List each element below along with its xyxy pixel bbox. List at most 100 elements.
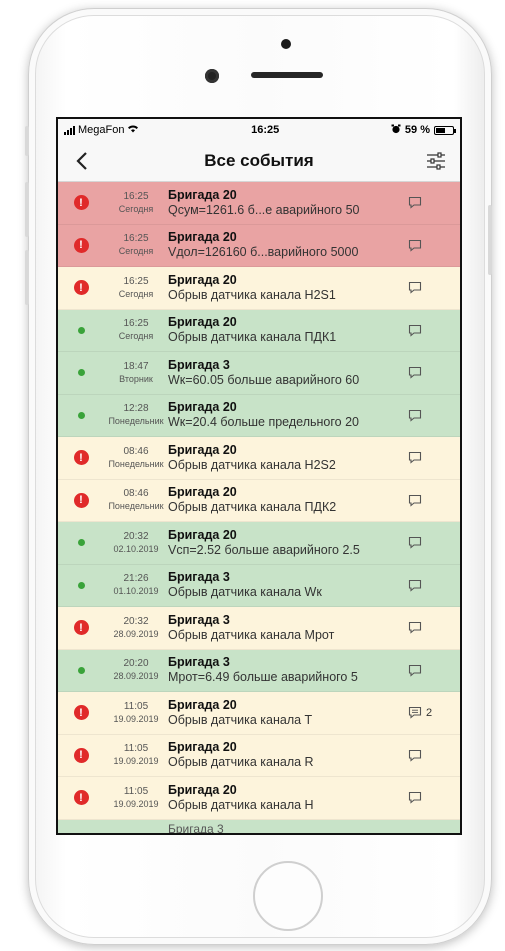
comments-button[interactable]: [404, 791, 460, 804]
comments-button[interactable]: [404, 494, 460, 507]
status-indicator: [58, 581, 104, 589]
event-time: 16:25: [123, 318, 149, 330]
comments-button[interactable]: [404, 749, 460, 762]
clock: 16:25: [251, 124, 280, 136]
event-text: Бригада 20 Wк=20.4 больше предельного 20: [168, 400, 404, 430]
events-list[interactable]: ! 16:25 Сегодня Бригада 20 Qсум=1261.6 б...е…: [58, 182, 460, 833]
status-indicator: !: [58, 705, 104, 721]
event-row[interactable]: 12:28 Понедельник Бригада 20 Wк=20.4 больше…: [58, 394, 460, 437]
comments-button[interactable]: [404, 664, 460, 677]
comments-button[interactable]: [404, 451, 460, 464]
comments-button[interactable]: [404, 281, 460, 294]
event-row-partial[interactable]: Бригада 3: [58, 819, 460, 833]
event-title: Бригада 3: [168, 822, 224, 833]
event-timestamp: 08:46 Понедельник: [104, 445, 168, 471]
signal-icon: [64, 125, 75, 135]
alert-icon: !: [73, 492, 89, 508]
event-message: Обрыв датчика канала T: [168, 712, 313, 727]
comment-icon: [408, 282, 422, 294]
event-title: Бригада 20: [168, 782, 237, 797]
comment-icon: [408, 239, 422, 252]
event-text: Бригада 20 Обрыв датчика канала R: [168, 740, 404, 770]
mute-switch: [25, 126, 29, 156]
event-timestamp: 20:32 02.10.2019: [104, 530, 168, 556]
event-date: Сегодня: [118, 288, 154, 299]
event-row[interactable]: ! 11:05 19.09.2019 Бригада 20 Обрыв датчика …: [58, 777, 460, 820]
event-message: Vсп=2.52 больше аварийного 2.5: [168, 542, 360, 557]
event-message: Wк=20.4 больше предельного 20: [168, 415, 359, 430]
event-row[interactable]: ! 16:25 Сегодня Бригада 20 Vдол=126160 б...в…: [58, 224, 460, 267]
event-row[interactable]: ! 08:46 Понедельник Бригада 20 Обрыв датчика…: [58, 437, 460, 480]
comment-icon: [408, 494, 422, 507]
event-date: 19.09.2019: [113, 756, 159, 767]
event-row[interactable]: ! 08:46 Понедельник Бригада 20 Обрыв датчика…: [58, 479, 460, 522]
event-message: Обрыв датчика канала H: [168, 797, 314, 812]
event-timestamp: 12:28 Понедельник: [104, 402, 168, 428]
alert-icon: !: [73, 450, 89, 466]
event-time: 11:05: [123, 700, 149, 712]
event-row[interactable]: 21:26 01.10.2019 Бригада 3 Обрыв датчика ка…: [58, 564, 460, 607]
event-text: Бригада 3 Обрыв датчика канала Mрот: [168, 613, 404, 643]
event-time: 16:25: [123, 233, 149, 245]
status-indicator: !: [58, 492, 104, 508]
back-button[interactable]: [68, 147, 96, 175]
alert-icon: !: [73, 747, 89, 763]
front-camera: [205, 69, 219, 83]
event-title: Бригада 3: [168, 612, 230, 627]
wifi-icon: [127, 124, 139, 136]
alert-icon: !: [73, 280, 89, 296]
comments-button[interactable]: [404, 621, 460, 634]
comment-icon: [408, 197, 422, 209]
event-text: Бригада 20 Vдол=126160 б...варийного 5000: [168, 230, 404, 260]
event-time: 18:47: [123, 360, 149, 372]
event-text: Бригада 20 Обрыв датчика канала H2S1: [168, 273, 404, 303]
event-row[interactable]: ! 11:05 19.09.2019 Бригада 20 Обрыв датчика …: [58, 692, 460, 735]
event-text: Бригада 20 Qсум=1261.6 б...е аварийного 5…: [168, 188, 404, 218]
comments-button[interactable]: [404, 324, 460, 337]
comments-button[interactable]: [404, 239, 460, 252]
alarm-clock-icon: [391, 124, 401, 137]
filter-button[interactable]: [422, 147, 450, 175]
event-timestamp: 11:05 19.09.2019: [104, 785, 168, 811]
comment-icon: [408, 367, 422, 379]
event-timestamp: 18:47 Вторник: [104, 360, 168, 386]
event-row[interactable]: ! 16:25 Сегодня Бригада 20 Qсум=1261.6 б...е…: [58, 182, 460, 225]
comment-icon: [408, 749, 422, 762]
status-indicator: [58, 411, 104, 419]
status-dot-icon: [77, 539, 85, 547]
status-dot-icon: [77, 326, 85, 334]
event-time: 11:05: [123, 785, 149, 797]
comments-button[interactable]: [404, 409, 460, 422]
event-row[interactable]: 16:25 Сегодня Бригада 20 Обрыв датчика кана…: [58, 309, 460, 352]
event-row[interactable]: 20:20 28.09.2019 Бригада 3 Mрот=6.49 больше…: [58, 649, 460, 692]
event-row[interactable]: ! 11:05 19.09.2019 Бригада 20 Обрыв датчика …: [58, 734, 460, 777]
comments-button[interactable]: [404, 536, 460, 549]
comments-button[interactable]: [404, 579, 460, 592]
event-row[interactable]: 20:32 02.10.2019 Бригада 20 Vсп=2.52 больше…: [58, 522, 460, 565]
event-date: 01.10.2019: [113, 586, 159, 597]
status-indicator: !: [58, 620, 104, 636]
status-indicator: !: [58, 195, 104, 211]
event-title: Бригада 20: [168, 400, 237, 415]
event-row[interactable]: ! 20:32 28.09.2019 Бригада 3 Обрыв датчика к…: [58, 607, 460, 650]
event-row[interactable]: ! 16:25 Сегодня Бригада 20 Обрыв датчика кан…: [58, 267, 460, 310]
event-row[interactable]: 18:47 Вторник Бригада 3 Wк=60.05 больше ава…: [58, 352, 460, 395]
comment-icon: [408, 409, 422, 422]
status-indicator: [58, 539, 104, 547]
comments-button[interactable]: 2: [404, 706, 460, 719]
volume-down-button: [25, 250, 29, 305]
top-sensor: [281, 39, 291, 49]
status-dot-icon: [77, 369, 85, 377]
comments-button[interactable]: [404, 366, 460, 379]
event-message: Обрыв датчика канала H2S2: [168, 457, 336, 472]
home-button[interactable]: [253, 861, 323, 931]
event-message: Обрыв датчика канала R: [168, 755, 314, 770]
comment-icon: [408, 537, 422, 549]
comment-icon: [408, 324, 422, 337]
comments-button[interactable]: [404, 196, 460, 209]
status-indicator: !: [58, 450, 104, 466]
event-title: Бригада 20: [168, 697, 237, 712]
event-time: 20:32: [123, 530, 149, 542]
status-dot-icon: [77, 411, 85, 419]
event-timestamp: 16:25 Сегодня: [104, 232, 168, 258]
